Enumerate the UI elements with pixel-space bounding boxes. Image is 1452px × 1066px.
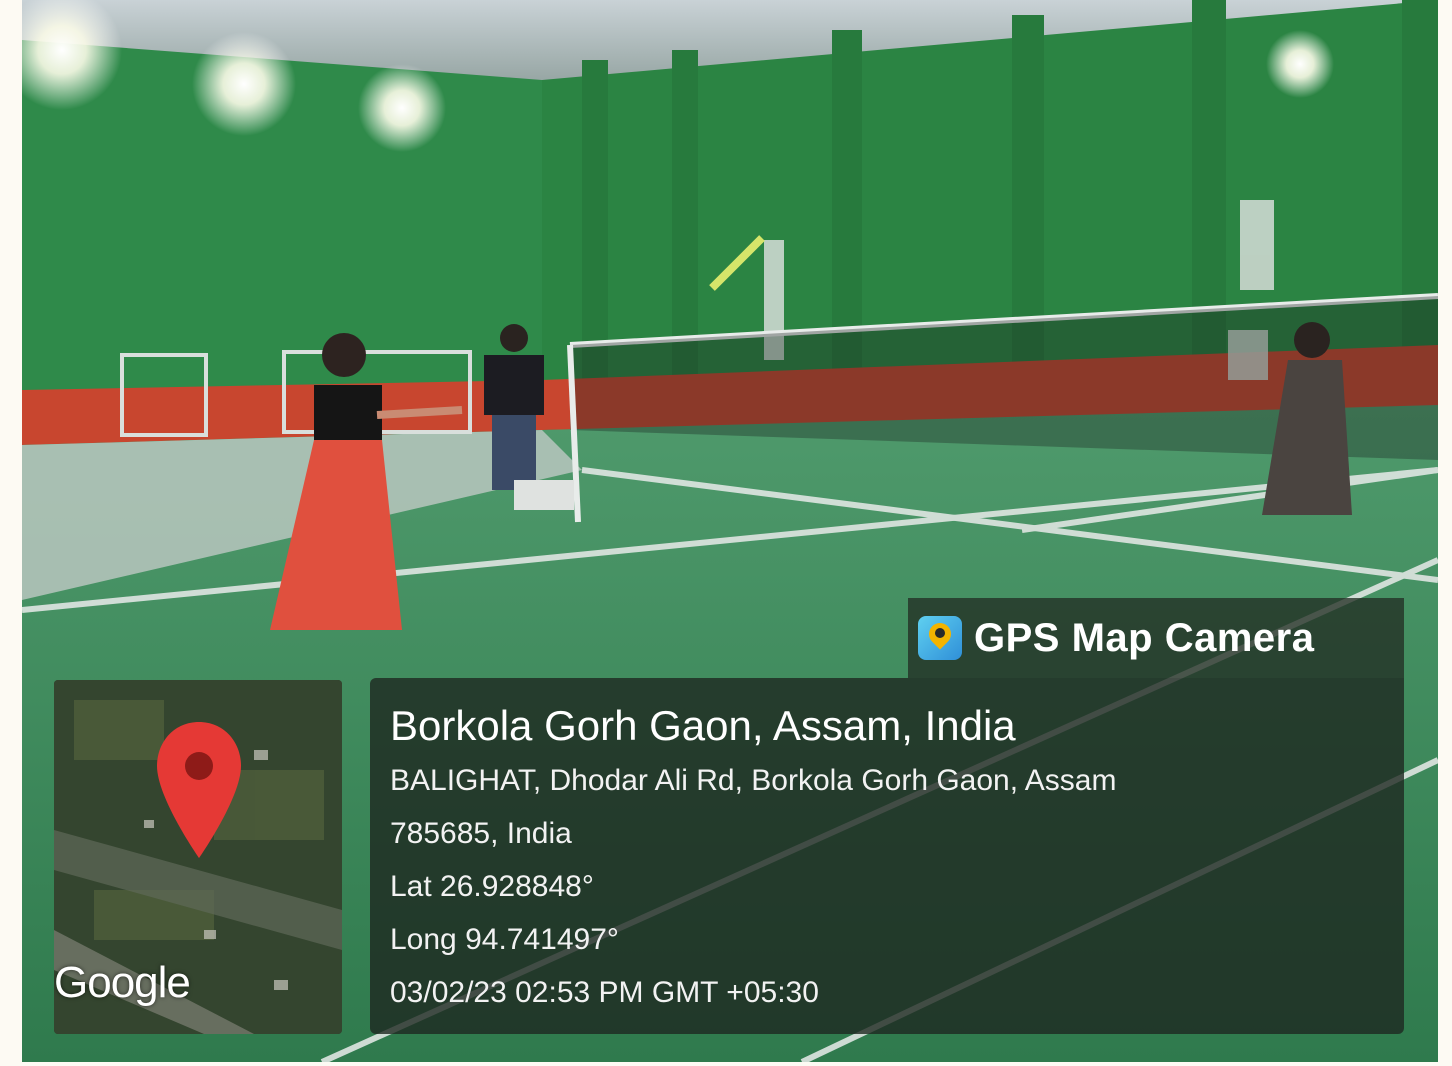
google-logo: Google	[54, 958, 191, 1007]
timestamp-text: 03/02/23 02:53 PM GMT +05:30	[390, 976, 819, 1009]
map-pin-icon	[157, 722, 241, 858]
map-thumbnail: Google	[54, 680, 342, 1034]
gps-map-camera-icon	[918, 616, 962, 660]
gps-map-camera-label: GPS Map Camera	[974, 615, 1315, 660]
latitude-text: Lat 26.928848°	[390, 870, 594, 903]
longitude-text: Long 94.741497°	[390, 923, 619, 956]
gps-map-camera-tag: GPS Map Camera	[908, 598, 1404, 678]
address-line-1: BALIGHAT, Dhodar Ali Rd, Borkola Gorh Ga…	[390, 764, 1117, 797]
place-title: Borkola Gorh Gaon, Assam, India	[390, 702, 1016, 749]
location-info-panel: Borkola Gorh Gaon, Assam, India BALIGHAT…	[370, 678, 1404, 1034]
address-line-2: 785685, India	[390, 817, 572, 850]
badminton-court-photo: Google GPS Map Camera Borkola Gorh Gaon,…	[22, 0, 1438, 1062]
